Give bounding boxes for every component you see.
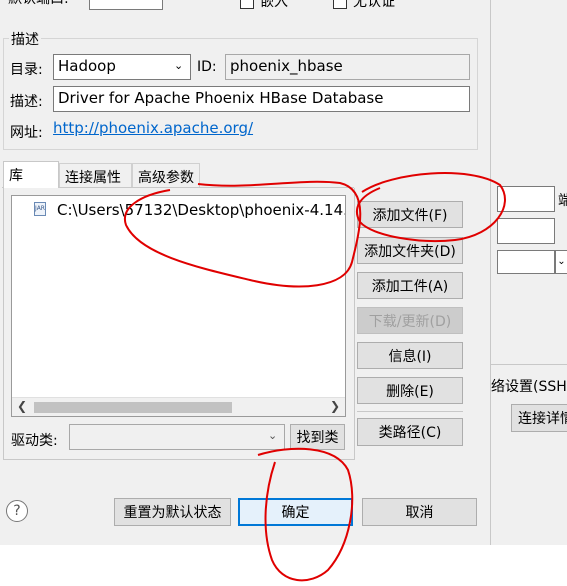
annotation-add-file-circle (355, 172, 506, 243)
annotation-ok-circle (257, 447, 354, 582)
annotation-underline-path (123, 180, 362, 288)
red-annotation-overlay (123, 172, 506, 582)
